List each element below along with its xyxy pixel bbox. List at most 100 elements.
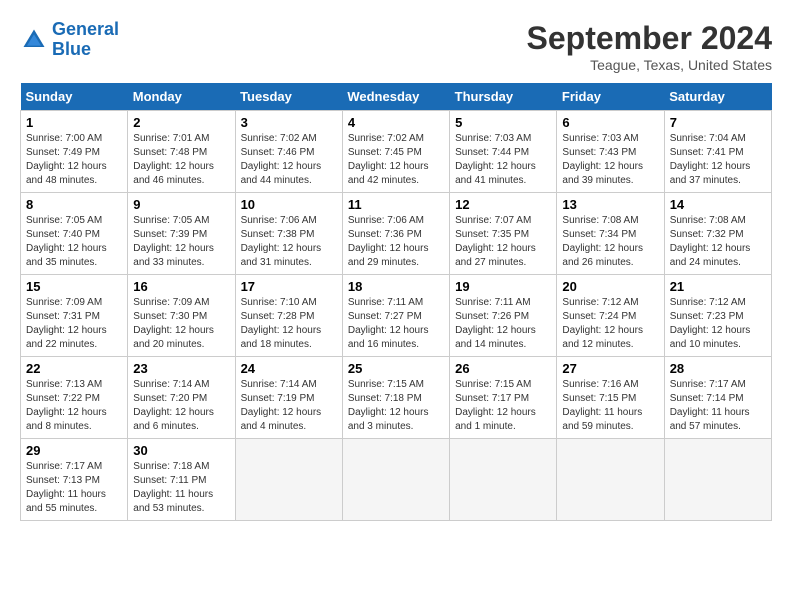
day-info: Sunrise: 7:11 AM Sunset: 7:27 PM Dayligh… xyxy=(348,296,444,352)
day-info: Sunrise: 7:06 AM Sunset: 7:36 PM Dayligh… xyxy=(348,214,444,270)
day-number: 16 xyxy=(133,279,229,294)
logo-text-line1: General xyxy=(52,20,119,40)
day-info: Sunrise: 7:06 AM Sunset: 7:38 PM Dayligh… xyxy=(241,214,337,270)
header-saturday: Saturday xyxy=(664,83,771,111)
calendar-cell: 5 Sunrise: 7:03 AM Sunset: 7:44 PM Daylig… xyxy=(450,111,557,193)
calendar-cell: 21 Sunrise: 7:12 AM Sunset: 7:23 PM Dayli… xyxy=(664,275,771,357)
day-number: 29 xyxy=(26,443,122,458)
day-number: 28 xyxy=(670,361,766,376)
calendar-cell xyxy=(664,439,771,521)
day-info: Sunrise: 7:15 AM Sunset: 7:18 PM Dayligh… xyxy=(348,378,444,434)
header-sunday: Sunday xyxy=(21,83,128,111)
month-title: September 2024 xyxy=(527,20,772,57)
day-number: 10 xyxy=(241,197,337,212)
day-info: Sunrise: 7:05 AM Sunset: 7:40 PM Dayligh… xyxy=(26,214,122,270)
calendar-cell: 23 Sunrise: 7:14 AM Sunset: 7:20 PM Dayli… xyxy=(128,357,235,439)
calendar-cell: 16Sunrise: 7:09 AM Sunset: 7:30 PM Dayli… xyxy=(128,275,235,357)
day-number: 17 xyxy=(241,279,337,294)
calendar-cell: 7 Sunrise: 7:04 AM Sunset: 7:41 PM Daylig… xyxy=(664,111,771,193)
calendar-cell: 14 Sunrise: 7:08 AM Sunset: 7:32 PM Dayli… xyxy=(664,193,771,275)
calendar-week-row: 29 Sunrise: 7:17 AM Sunset: 7:13 PM Dayli… xyxy=(21,439,772,521)
calendar-cell: 25 Sunrise: 7:15 AM Sunset: 7:18 PM Dayli… xyxy=(342,357,449,439)
header-thursday: Thursday xyxy=(450,83,557,111)
day-info: Sunrise: 7:13 AM Sunset: 7:22 PM Dayligh… xyxy=(26,378,122,434)
day-info: Sunrise: 7:10 AM Sunset: 7:28 PM Dayligh… xyxy=(241,296,337,352)
page-header: General Blue September 2024 Teague, Texa… xyxy=(20,20,772,73)
calendar-cell: 26 Sunrise: 7:15 AM Sunset: 7:17 PM Dayli… xyxy=(450,357,557,439)
day-number: 5 xyxy=(455,115,551,130)
day-info: Sunrise: 7:03 AM Sunset: 7:44 PM Dayligh… xyxy=(455,132,551,188)
calendar-cell: 29 Sunrise: 7:17 AM Sunset: 7:13 PM Dayli… xyxy=(21,439,128,521)
day-info: Sunrise: 7:12 AM Sunset: 7:23 PM Dayligh… xyxy=(670,296,766,352)
calendar-cell xyxy=(235,439,342,521)
calendar-header-row: SundayMondayTuesdayWednesdayThursdayFrid… xyxy=(21,83,772,111)
calendar-cell: 15 Sunrise: 7:09 AM Sunset: 7:31 PM Dayli… xyxy=(21,275,128,357)
day-number: 14 xyxy=(670,197,766,212)
calendar-cell: 10 Sunrise: 7:06 AM Sunset: 7:38 PM Dayli… xyxy=(235,193,342,275)
day-info: Sunrise: 7:00 AM Sunset: 7:49 PM Dayligh… xyxy=(26,132,122,188)
day-info: Sunrise: 7:01 AM Sunset: 7:48 PM Dayligh… xyxy=(133,132,229,188)
day-number: 18 xyxy=(348,279,444,294)
day-number: 19 xyxy=(455,279,551,294)
day-info: Sunrise: 7:18 AM Sunset: 7:11 PM Dayligh… xyxy=(133,460,229,516)
calendar-cell: 27 Sunrise: 7:16 AM Sunset: 7:15 PM Dayli… xyxy=(557,357,664,439)
day-number: 13 xyxy=(562,197,658,212)
calendar-cell: 6Sunrise: 7:03 AM Sunset: 7:43 PM Daylig… xyxy=(557,111,664,193)
day-number: 8 xyxy=(26,197,122,212)
day-number: 3 xyxy=(241,115,337,130)
day-number: 12 xyxy=(455,197,551,212)
day-info: Sunrise: 7:04 AM Sunset: 7:41 PM Dayligh… xyxy=(670,132,766,188)
day-info: Sunrise: 7:16 AM Sunset: 7:15 PM Dayligh… xyxy=(562,378,658,434)
title-block: September 2024 Teague, Texas, United Sta… xyxy=(527,20,772,73)
day-info: Sunrise: 7:11 AM Sunset: 7:26 PM Dayligh… xyxy=(455,296,551,352)
calendar-cell: 12 Sunrise: 7:07 AM Sunset: 7:35 PM Dayli… xyxy=(450,193,557,275)
calendar-cell: 18 Sunrise: 7:11 AM Sunset: 7:27 PM Dayli… xyxy=(342,275,449,357)
calendar-week-row: 15 Sunrise: 7:09 AM Sunset: 7:31 PM Dayli… xyxy=(21,275,772,357)
day-info: Sunrise: 7:08 AM Sunset: 7:32 PM Dayligh… xyxy=(670,214,766,270)
day-number: 2 xyxy=(133,115,229,130)
calendar-cell: 13Sunrise: 7:08 AM Sunset: 7:34 PM Dayli… xyxy=(557,193,664,275)
day-info: Sunrise: 7:17 AM Sunset: 7:13 PM Dayligh… xyxy=(26,460,122,516)
calendar-cell: 3Sunrise: 7:02 AM Sunset: 7:46 PM Daylig… xyxy=(235,111,342,193)
day-number: 30 xyxy=(133,443,229,458)
day-info: Sunrise: 7:03 AM Sunset: 7:43 PM Dayligh… xyxy=(562,132,658,188)
calendar-cell: 30 Sunrise: 7:18 AM Sunset: 7:11 PM Dayli… xyxy=(128,439,235,521)
day-info: Sunrise: 7:12 AM Sunset: 7:24 PM Dayligh… xyxy=(562,296,658,352)
day-info: Sunrise: 7:14 AM Sunset: 7:20 PM Dayligh… xyxy=(133,378,229,434)
day-number: 15 xyxy=(26,279,122,294)
calendar-cell: 9Sunrise: 7:05 AM Sunset: 7:39 PM Daylig… xyxy=(128,193,235,275)
day-number: 21 xyxy=(670,279,766,294)
day-info: Sunrise: 7:15 AM Sunset: 7:17 PM Dayligh… xyxy=(455,378,551,434)
calendar-cell xyxy=(342,439,449,521)
calendar-cell: 4Sunrise: 7:02 AM Sunset: 7:45 PM Daylig… xyxy=(342,111,449,193)
day-number: 22 xyxy=(26,361,122,376)
calendar-cell: 24Sunrise: 7:14 AM Sunset: 7:19 PM Dayli… xyxy=(235,357,342,439)
day-number: 23 xyxy=(133,361,229,376)
calendar-cell xyxy=(557,439,664,521)
header-monday: Monday xyxy=(128,83,235,111)
day-info: Sunrise: 7:02 AM Sunset: 7:45 PM Dayligh… xyxy=(348,132,444,188)
header-friday: Friday xyxy=(557,83,664,111)
day-info: Sunrise: 7:05 AM Sunset: 7:39 PM Dayligh… xyxy=(133,214,229,270)
calendar-cell: 8 Sunrise: 7:05 AM Sunset: 7:40 PM Daylig… xyxy=(21,193,128,275)
logo: General Blue xyxy=(20,20,119,60)
logo-icon xyxy=(20,26,48,54)
calendar-week-row: 8 Sunrise: 7:05 AM Sunset: 7:40 PM Daylig… xyxy=(21,193,772,275)
calendar-cell: 11 Sunrise: 7:06 AM Sunset: 7:36 PM Dayli… xyxy=(342,193,449,275)
day-number: 7 xyxy=(670,115,766,130)
logo-text-line2: Blue xyxy=(52,40,119,60)
calendar-cell: 17 Sunrise: 7:10 AM Sunset: 7:28 PM Dayli… xyxy=(235,275,342,357)
location-subtitle: Teague, Texas, United States xyxy=(527,57,772,73)
day-number: 1 xyxy=(26,115,122,130)
calendar-cell: 22 Sunrise: 7:13 AM Sunset: 7:22 PM Dayli… xyxy=(21,357,128,439)
day-number: 27 xyxy=(562,361,658,376)
day-info: Sunrise: 7:07 AM Sunset: 7:35 PM Dayligh… xyxy=(455,214,551,270)
day-info: Sunrise: 7:09 AM Sunset: 7:31 PM Dayligh… xyxy=(26,296,122,352)
calendar-cell: 20Sunrise: 7:12 AM Sunset: 7:24 PM Dayli… xyxy=(557,275,664,357)
day-number: 25 xyxy=(348,361,444,376)
day-number: 11 xyxy=(348,197,444,212)
day-number: 26 xyxy=(455,361,551,376)
calendar-table: SundayMondayTuesdayWednesdayThursdayFrid… xyxy=(20,83,772,521)
calendar-cell xyxy=(450,439,557,521)
calendar-week-row: 22 Sunrise: 7:13 AM Sunset: 7:22 PM Dayli… xyxy=(21,357,772,439)
